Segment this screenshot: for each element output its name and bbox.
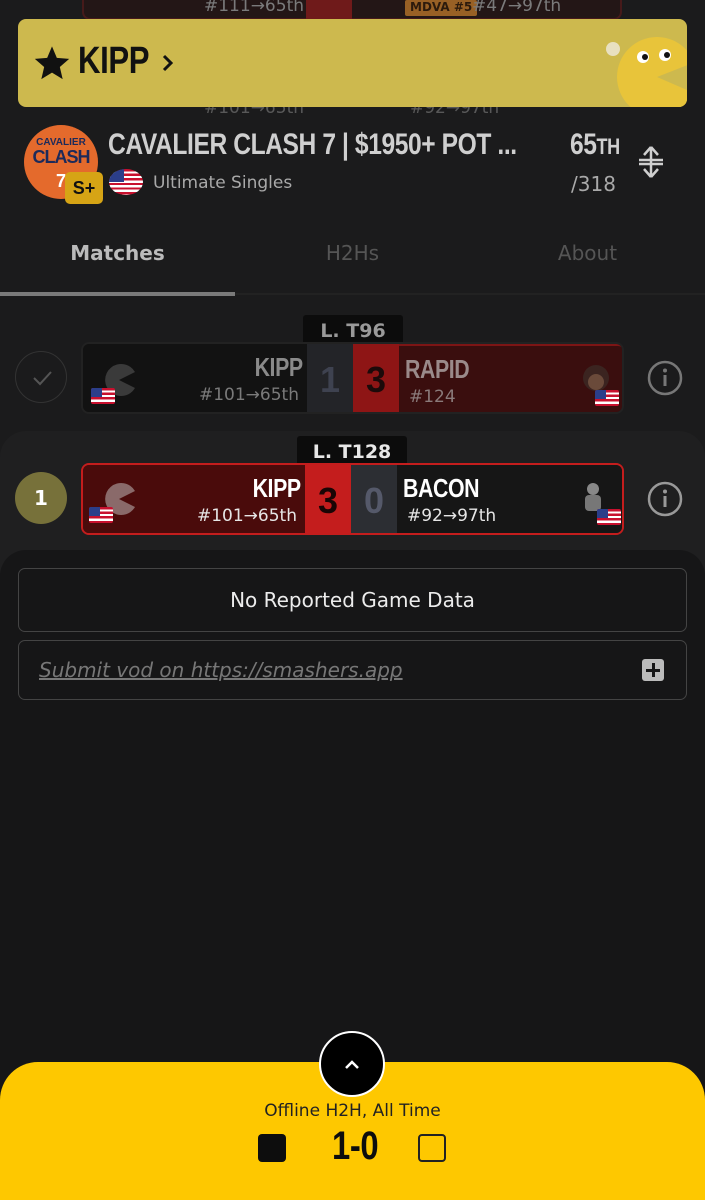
us-flag-icon (109, 169, 143, 195)
ghost-left-rank: #111→65th (204, 0, 305, 16)
us-flag-icon (91, 388, 115, 404)
match-right-side: RAPID #124 (399, 344, 622, 412)
match-right-side: BACON #92→97th (397, 465, 622, 533)
match-left-side: KIPP #101→65th (83, 344, 307, 412)
entrant-count: /318 (571, 172, 616, 196)
h2h-title: Offline H2H, All Time (264, 1101, 441, 1121)
player-rank: #101→65th (196, 506, 297, 526)
us-flag-icon (595, 390, 619, 406)
info-icon[interactable] (647, 481, 683, 517)
chevron-right-icon (162, 54, 174, 72)
tab-about[interactable]: About (470, 228, 705, 278)
tab-bar: Matches H2Hs About (0, 228, 705, 298)
submit-vod-link[interactable]: Submit vod on https://smashers.app (39, 658, 403, 682)
no-game-data-message: No Reported Game Data (18, 568, 687, 632)
add-vod-icon[interactable] (642, 659, 664, 681)
placement-number: 65 (570, 128, 597, 161)
placement-suffix: TH (596, 134, 621, 159)
match-number: 1 (34, 486, 48, 510)
ghost-score-cell (306, 0, 352, 20)
submit-vod-row[interactable]: Submit vod on https://smashers.app (18, 640, 687, 700)
score-left: 1 (307, 344, 353, 412)
tab-track (235, 293, 705, 295)
star-icon (34, 46, 70, 80)
match-left-side: KIPP #101→65th (83, 465, 305, 533)
logo-text-main: CLASH (32, 147, 91, 167)
tournament-title: CAVALIER CLASH 7 | $1950+ POT ... (108, 128, 517, 161)
score-right: 0 (351, 465, 397, 533)
player-rank: #92→97th (407, 506, 497, 526)
match-card[interactable]: KIPP #101→65th 1 3 RAPID #124 (81, 342, 624, 414)
player-banner[interactable]: KIPP (18, 19, 687, 107)
tab-h2hs[interactable]: H2Hs (235, 228, 470, 278)
pac-man-character-icon (606, 37, 687, 107)
player-name: BACON (403, 473, 480, 503)
match-row[interactable]: L. T96 KIPP #101→65th 1 3 RAPID #124 (0, 315, 705, 425)
player-name: KIPP (254, 352, 304, 382)
ghost-region-badge: MDVA #5 (405, 0, 478, 16)
score-left: 3 (305, 465, 351, 533)
tab-active-indicator (0, 292, 235, 296)
player-rank: #101→65th (198, 385, 299, 405)
match-status-check (15, 351, 67, 403)
expand-vertical-icon[interactable] (636, 144, 666, 180)
opponent-marker-empty (418, 1134, 446, 1162)
expand-drawer-button[interactable] (319, 1031, 385, 1097)
tournament-game: Ultimate Singles (153, 173, 293, 193)
player-name: RAPID (405, 354, 470, 384)
banner-player-name: KIPP (78, 40, 150, 82)
h2h-record: 1-0 (332, 1124, 379, 1168)
placement: 65TH (570, 128, 620, 162)
score-right: 3 (353, 344, 399, 412)
player-rank: #124 (409, 387, 456, 407)
ghost-right-rank: #47→97th (472, 0, 562, 16)
check-icon (33, 371, 52, 386)
player-name: KIPP (252, 473, 302, 503)
tier-badge: S+ (65, 172, 103, 204)
chevron-up-icon (345, 1060, 359, 1069)
match-card[interactable]: KIPP #101→65th 3 0 BACON #92→97th (81, 463, 624, 535)
tournament-header: CAVALIER CLASH 7 S+ CAVALIER CLASH 7 | $… (0, 118, 705, 218)
match-number-badge: 1 (15, 472, 67, 524)
us-flag-icon (89, 507, 113, 523)
tab-matches[interactable]: Matches (0, 228, 235, 278)
match-row-expanded[interactable]: 1 L. T128 KIPP #101→65th 3 0 BACON #92→9… (0, 436, 705, 546)
info-icon[interactable] (647, 360, 683, 396)
player-marker-filled (258, 1134, 286, 1162)
us-flag-icon (597, 509, 621, 525)
